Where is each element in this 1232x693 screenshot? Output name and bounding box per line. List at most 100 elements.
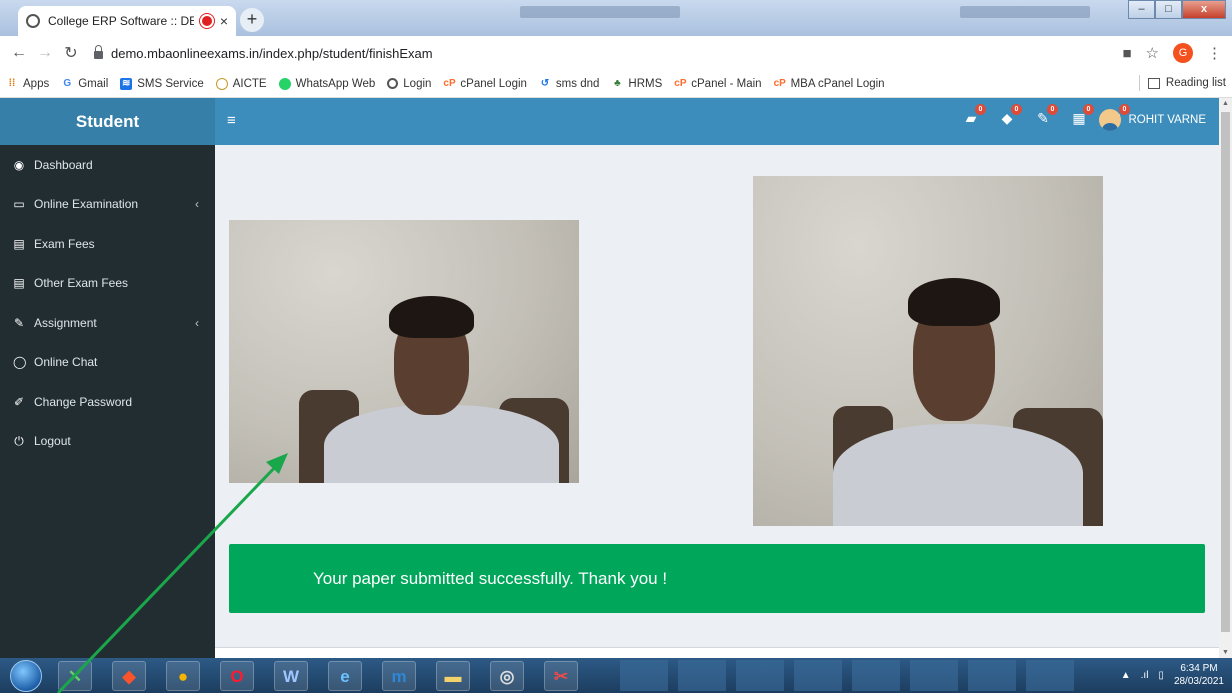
edit-icon: ✐ (13, 394, 25, 409)
pencil-icon: ✎ (13, 315, 25, 330)
word-icon[interactable]: W (274, 661, 308, 691)
folder-icon[interactable]: ▬ (436, 661, 470, 691)
tray-expand-icon[interactable]: ▲ (1121, 670, 1131, 681)
bookmarks-bar: ⁞⁞ Apps G Gmail ≋ SMS Service AICTE WhatsAp… (0, 70, 1232, 98)
user-name: ROHIT VARNE (1128, 114, 1206, 126)
notification-badge: 0 (975, 104, 986, 115)
browser-tab[interactable]: College ERP Software :: DEM × (18, 6, 236, 36)
close-window-button[interactable]: x (1182, 0, 1226, 19)
sidebar-item-logout[interactable]: ⏻ Logout (0, 422, 215, 462)
background-window-title (520, 6, 680, 18)
minimize-button[interactable]: – (1128, 0, 1155, 19)
aicte-logo-icon (215, 77, 228, 90)
file-icon: ▤ (13, 276, 25, 291)
brave-browser-icon[interactable]: ◆ (112, 661, 146, 691)
maximize-button[interactable]: □ (1155, 0, 1182, 19)
scroll-up-icon[interactable]: ▲ (1219, 100, 1232, 107)
bookmark-mba-cpanel-login[interactable]: cP MBA cPanel Login (774, 78, 885, 90)
user-menu[interactable]: ROHIT VARNE (1099, 109, 1206, 131)
battery-icon[interactable]: ▯ (1158, 670, 1164, 681)
camera-icon[interactable]: ■ (1122, 45, 1131, 62)
hamburger-menu-icon[interactable]: ≡ (227, 112, 236, 129)
opera-icon[interactable]: O (220, 661, 254, 691)
sidebar-item-online-chat[interactable]: ◯ Online Chat (0, 343, 215, 383)
sidebar-item-change-password[interactable]: ✐ Change Password (0, 382, 215, 422)
taskbar-clock[interactable]: 6:34 PM 28/03/2021 (1174, 662, 1224, 688)
reading-list-icon (1147, 77, 1160, 89)
power-icon: ⏻ (14, 434, 24, 449)
back-arrow-icon[interactable]: ← (6, 44, 32, 62)
tab-title: College ERP Software :: DEM (48, 14, 194, 28)
globe-icon (387, 78, 399, 89)
bookmark-sms-service[interactable]: ≋ SMS Service (120, 77, 204, 90)
notification-badge: 0 (1047, 104, 1058, 115)
browser-titlebar: College ERP Software :: DEM × + – □ x (0, 0, 1232, 36)
bookmark-apps[interactable]: ⁞⁞ Apps (6, 78, 50, 90)
forward-arrow-icon[interactable]: → (32, 44, 58, 62)
url-text: demo.mbaonlineexams.in/index.php/student… (111, 45, 433, 61)
recording-icon (201, 16, 212, 26)
main-content: Your paper submitted successfully. Thank… (215, 145, 1219, 658)
snipping-tool-icon[interactable]: ✂ (544, 661, 578, 691)
sidebar-item-assignment[interactable]: ✎ Assignment ‹ (0, 303, 215, 343)
lock-icon (94, 45, 103, 59)
window-controls: – □ x (1128, 0, 1226, 19)
bookmark-aicte[interactable]: AICTE (215, 77, 267, 90)
address-bar: ← → ↻ demo.mbaonlineexams.in/index.php/s… (0, 36, 1232, 70)
webcam-snapshot-start (229, 220, 579, 483)
dashboard-icon: ◉ (13, 157, 25, 172)
google-icon: G (63, 77, 72, 89)
excel-icon[interactable]: ✕ (58, 661, 92, 691)
tab-close-icon[interactable]: × (220, 13, 228, 29)
windows-taskbar: ✕ ◆ ● O W e m ▬ ◎ ✂ ▲ .ıl ▯ 6:34 PM 28/0… (0, 658, 1232, 693)
sidebar-item-exam-fees[interactable]: ▤ Exam Fees (0, 224, 215, 264)
file-icon: ▤ (13, 236, 25, 251)
address-bar-actions: ■ ☆ G ⋮ (1122, 43, 1222, 63)
book-icon[interactable]: ▰ 0 (963, 104, 986, 126)
bookmark-cpanel-main[interactable]: cP cPanel - Main (674, 78, 761, 90)
chevron-left-icon: ‹ (195, 197, 199, 212)
camera-app-icon[interactable]: ◎ (490, 661, 524, 691)
new-tab-button[interactable]: + (240, 8, 264, 32)
start-button[interactable] (10, 660, 42, 692)
cpanel-icon: cP (674, 77, 687, 89)
bookmark-whatsapp-web[interactable]: WhatsApp Web (278, 77, 375, 90)
profile-avatar[interactable]: G (1173, 43, 1193, 63)
bookmark-sms-dnd[interactable]: ↺ sms dnd (539, 78, 600, 90)
content-footer (215, 647, 1219, 658)
scroll-down-icon[interactable]: ▼ (1219, 649, 1232, 656)
reload-icon[interactable]: ↻ (58, 43, 84, 63)
internet-explorer-icon[interactable]: e (328, 661, 362, 691)
star-icon[interactable]: ☆ (1146, 44, 1159, 62)
chevron-left-icon: ‹ (195, 315, 199, 330)
scrollbar-thumb[interactable] (1221, 112, 1230, 632)
globe-icon (26, 14, 40, 28)
maxthon-icon[interactable]: m (382, 661, 416, 691)
webcam-snapshot-end (753, 176, 1103, 526)
notification-badge: 0 (1083, 104, 1094, 115)
sidebar-item-dashboard[interactable]: ◉ Dashboard (0, 145, 215, 185)
brand-logo[interactable]: Student (0, 98, 215, 145)
bookmark-cpanel-login[interactable]: cP cPanel Login (443, 78, 527, 90)
chat-bubble-icon: ◯ (13, 355, 27, 370)
more-menu-icon[interactable]: ⋮ (1207, 44, 1222, 62)
background-window-title (960, 6, 1090, 18)
sidebar-item-online-examination[interactable]: ▭ Online Examination ‹ (0, 185, 215, 225)
bookmark-login[interactable]: Login (387, 78, 431, 90)
graduation-cap-icon[interactable]: ◆ 0 (999, 104, 1022, 126)
sidebar-item-other-exam-fees[interactable]: ▤ Other Exam Fees (0, 264, 215, 304)
whatsapp-icon (278, 77, 291, 90)
tree-icon: ♣ (614, 77, 621, 89)
calendar-icon[interactable]: ▦ 0 (1071, 104, 1094, 126)
reading-list-button[interactable]: Reading list (1138, 75, 1226, 91)
bookmark-gmail[interactable]: G Gmail (61, 78, 108, 90)
taskbar-blurred-area (620, 660, 1074, 691)
page-scrollbar[interactable]: ▲ ▼ (1219, 98, 1232, 658)
laptop-icon: ▭ (13, 197, 25, 212)
pencil-icon[interactable]: ✎ 0 (1035, 104, 1058, 126)
divider (1138, 75, 1140, 91)
bookmark-hrms[interactable]: ♣ HRMS (611, 78, 662, 90)
chrome-icon[interactable]: ● (166, 661, 200, 691)
signal-icon[interactable]: .ıl (1141, 670, 1149, 681)
url-field[interactable]: demo.mbaonlineexams.in/index.php/student… (94, 45, 433, 61)
